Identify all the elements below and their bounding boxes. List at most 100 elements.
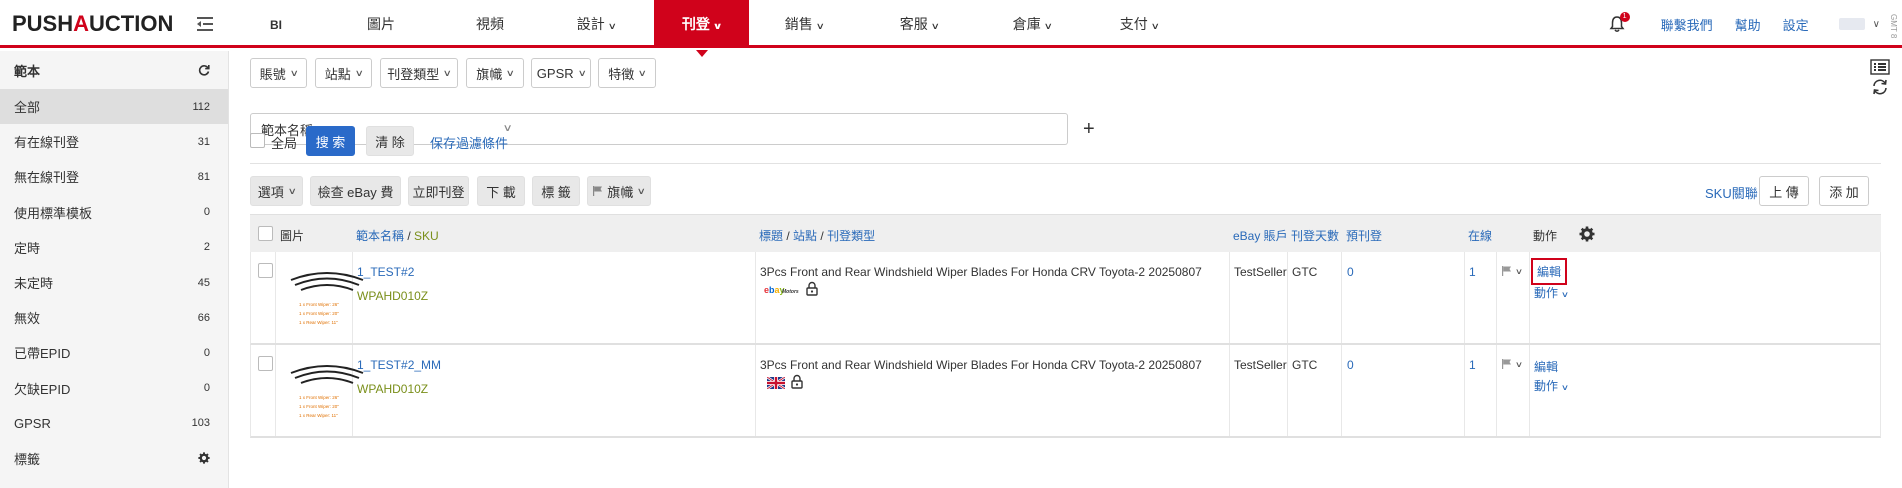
clear-button[interactable]: 清 除 <box>366 126 414 156</box>
settings-link[interactable]: 設定 <box>1783 15 1809 34</box>
sidebar-item[interactable]: 已帶EPID 0 <box>0 335 228 370</box>
sidebar-item-count: 0 <box>203 206 210 219</box>
save-filter-link[interactable]: 保存過濾條件 <box>430 133 508 152</box>
sidebar-item[interactable]: 有在線刊登 31 <box>0 124 228 159</box>
search-button[interactable]: 搜 索 <box>306 126 355 156</box>
flag-button[interactable]: 旗幟 ∨ <box>587 176 651 206</box>
online-count-link[interactable]: 1 <box>1469 358 1476 372</box>
chevron-down-icon[interactable]: ∨ <box>1873 19 1880 30</box>
notification-bell[interactable]: 1 <box>1609 12 1630 33</box>
template-name-link[interactable]: 1_TEST#2 <box>357 265 414 279</box>
filter-flag[interactable]: 旗幟 ∨ <box>466 58 524 88</box>
prelisting-count-link[interactable]: 0 <box>1347 265 1354 279</box>
collapse-menu-icon[interactable] <box>195 15 215 33</box>
gear-icon[interactable] <box>1579 226 1595 242</box>
user-avatar[interactable] <box>1838 18 1865 30</box>
edit-link[interactable]: 編輯 <box>1531 258 1568 285</box>
prelisting-count-link[interactable]: 0 <box>1347 358 1354 372</box>
header-prelisting[interactable]: 預刊登 <box>1346 229 1382 243</box>
edit-link[interactable]: 編輯 <box>1534 358 1558 375</box>
nav-warehouse[interactable]: 倉庫 ∨ <box>979 0 1085 48</box>
row-flag-dropdown[interactable]: ∨ <box>1502 266 1523 276</box>
row-checkbox[interactable] <box>258 356 273 371</box>
sidebar-item[interactable]: 使用標準模板 0 <box>0 195 228 230</box>
check-ebay-fee-button[interactable]: 檢查 eBay 費 <box>310 176 401 206</box>
add-button[interactable]: 添 加 <box>1819 176 1869 206</box>
template-sku: WPAHD010Z <box>357 289 429 303</box>
template-sidebar: 範本 全部 112 有在線刊登 31 無在線刊登 81 使用標準模板 0 定時 2 未定時 45 無效 6… <box>0 51 229 488</box>
divider <box>250 163 1881 164</box>
nav-payment[interactable]: 支付 ∨ <box>1085 0 1193 48</box>
header-sku[interactable]: SKU <box>414 229 439 243</box>
template-name-link[interactable]: 1_TEST#2_MM <box>357 358 441 372</box>
header-days[interactable]: 刊登天數 <box>1291 229 1339 243</box>
product-thumbnail[interactable]: 1 x Front Wiper: 26" 1 x Front Wiper: 20"… <box>287 258 367 338</box>
header-account[interactable]: eBay 賬戶 <box>1233 229 1288 243</box>
sidebar-item[interactable]: 無效 66 <box>0 300 228 335</box>
select-all-checkbox[interactable] <box>258 226 273 241</box>
btn-label: 立即刊登 <box>412 184 465 200</box>
chevron-down-icon: ∨ <box>636 185 647 196</box>
upload-button[interactable]: 上 傳 <box>1759 176 1809 206</box>
logo-part: UCTION <box>89 11 174 36</box>
chevron-down-icon: ∨ <box>442 67 453 78</box>
header-title[interactable]: 標題 <box>759 229 783 243</box>
list-now-button[interactable]: 立即刊登 <box>408 176 469 206</box>
column-divider <box>275 252 276 343</box>
download-button[interactable]: 下 載 <box>477 176 525 206</box>
sidebar-item[interactable]: 全部 112 <box>0 89 228 125</box>
global-checkbox[interactable] <box>250 133 265 148</box>
global-label: 全局 <box>271 136 298 151</box>
filter-listing-type[interactable]: 刊登類型 ∨ <box>380 58 458 88</box>
header-site[interactable]: 站點 <box>793 229 817 243</box>
filter-gpsr[interactable]: GPSR ∨ <box>531 58 591 88</box>
gear-icon[interactable] <box>198 452 210 465</box>
nav-listing[interactable]: 刊登 ∨ <box>654 0 749 57</box>
btn-label: 標 籤 <box>541 184 571 200</box>
add-condition-icon[interactable]: + <box>1083 113 1095 145</box>
sidebar-item-label: 欠缺EPID <box>14 381 71 397</box>
sku-link-button[interactable]: SKU關聯 <box>1705 183 1758 202</box>
nav-customer-service[interactable]: 客服 ∨ <box>859 0 979 48</box>
nav-images[interactable]: 圖片 <box>320 0 442 48</box>
thumb-caption: 1 x Front Wiper: 26" <box>299 302 339 307</box>
sidebar-item[interactable]: GPSR 103 <box>0 406 228 441</box>
filter-site[interactable]: 站點 ∨ <box>315 58 372 88</box>
product-thumbnail[interactable]: 1 x Front Wiper: 26" 1 x Front Wiper: 20"… <box>287 351 367 431</box>
nav-label: 刊登 <box>681 16 710 32</box>
sidebar-item[interactable]: 定時 2 <box>0 230 228 265</box>
filter-account[interactable]: 賬號 ∨ <box>250 58 307 88</box>
listing-title: 3Pcs Front and Rear Windshield Wiper Bla… <box>760 358 1202 372</box>
row-flag-dropdown[interactable]: ∨ <box>1502 359 1523 369</box>
header-name[interactable]: 範本名稱 <box>356 229 404 243</box>
action-dropdown[interactable]: 動作 ∨ <box>1534 284 1569 301</box>
sidebar-item[interactable]: 欠缺EPID 0 <box>0 371 228 406</box>
sidebar-item[interactable]: 無在線刊登 81 <box>0 159 228 194</box>
list-view-icon[interactable] <box>1870 59 1890 75</box>
header-listing-type[interactable]: 刊登類型 <box>827 229 875 243</box>
nav-bi[interactable]: BI <box>232 0 320 48</box>
search-input[interactable] <box>521 113 1068 145</box>
online-count-link[interactable]: 1 <box>1469 265 1476 279</box>
help-link[interactable]: 幫助 <box>1735 15 1761 34</box>
tag-button[interactable]: 標 籤 <box>532 176 580 206</box>
sidebar-item-count: 31 <box>197 135 210 148</box>
btn-label: 選項 <box>257 184 284 200</box>
filter-feature[interactable]: 特徵 ∨ <box>598 58 656 88</box>
nav-videos[interactable]: 視頻 <box>442 0 538 48</box>
nav-design[interactable]: 設計 ∨ <box>538 0 654 48</box>
column-divider <box>755 345 756 436</box>
sync-icon[interactable] <box>1871 79 1889 95</box>
contact-us-link[interactable]: 聯繫我們 <box>1661 15 1713 34</box>
sidebar-item[interactable]: 標籤 <box>0 441 228 476</box>
options-button[interactable]: 選項 ∨ <box>250 176 303 206</box>
nav-sales[interactable]: 銷售 ∨ <box>749 0 859 48</box>
sidebar-item[interactable]: 未定時 45 <box>0 265 228 300</box>
template-sku: WPAHD010Z <box>357 382 429 396</box>
pushauction-logo[interactable]: PUSHAUCTION <box>12 11 173 37</box>
action-dropdown[interactable]: 動作 ∨ <box>1534 377 1569 394</box>
row-checkbox[interactable] <box>258 263 273 278</box>
header-online[interactable]: 在線 <box>1468 229 1492 243</box>
thumb-caption: 1 x Front Wiper: 20" <box>299 404 339 409</box>
refresh-icon[interactable] <box>198 64 210 76</box>
